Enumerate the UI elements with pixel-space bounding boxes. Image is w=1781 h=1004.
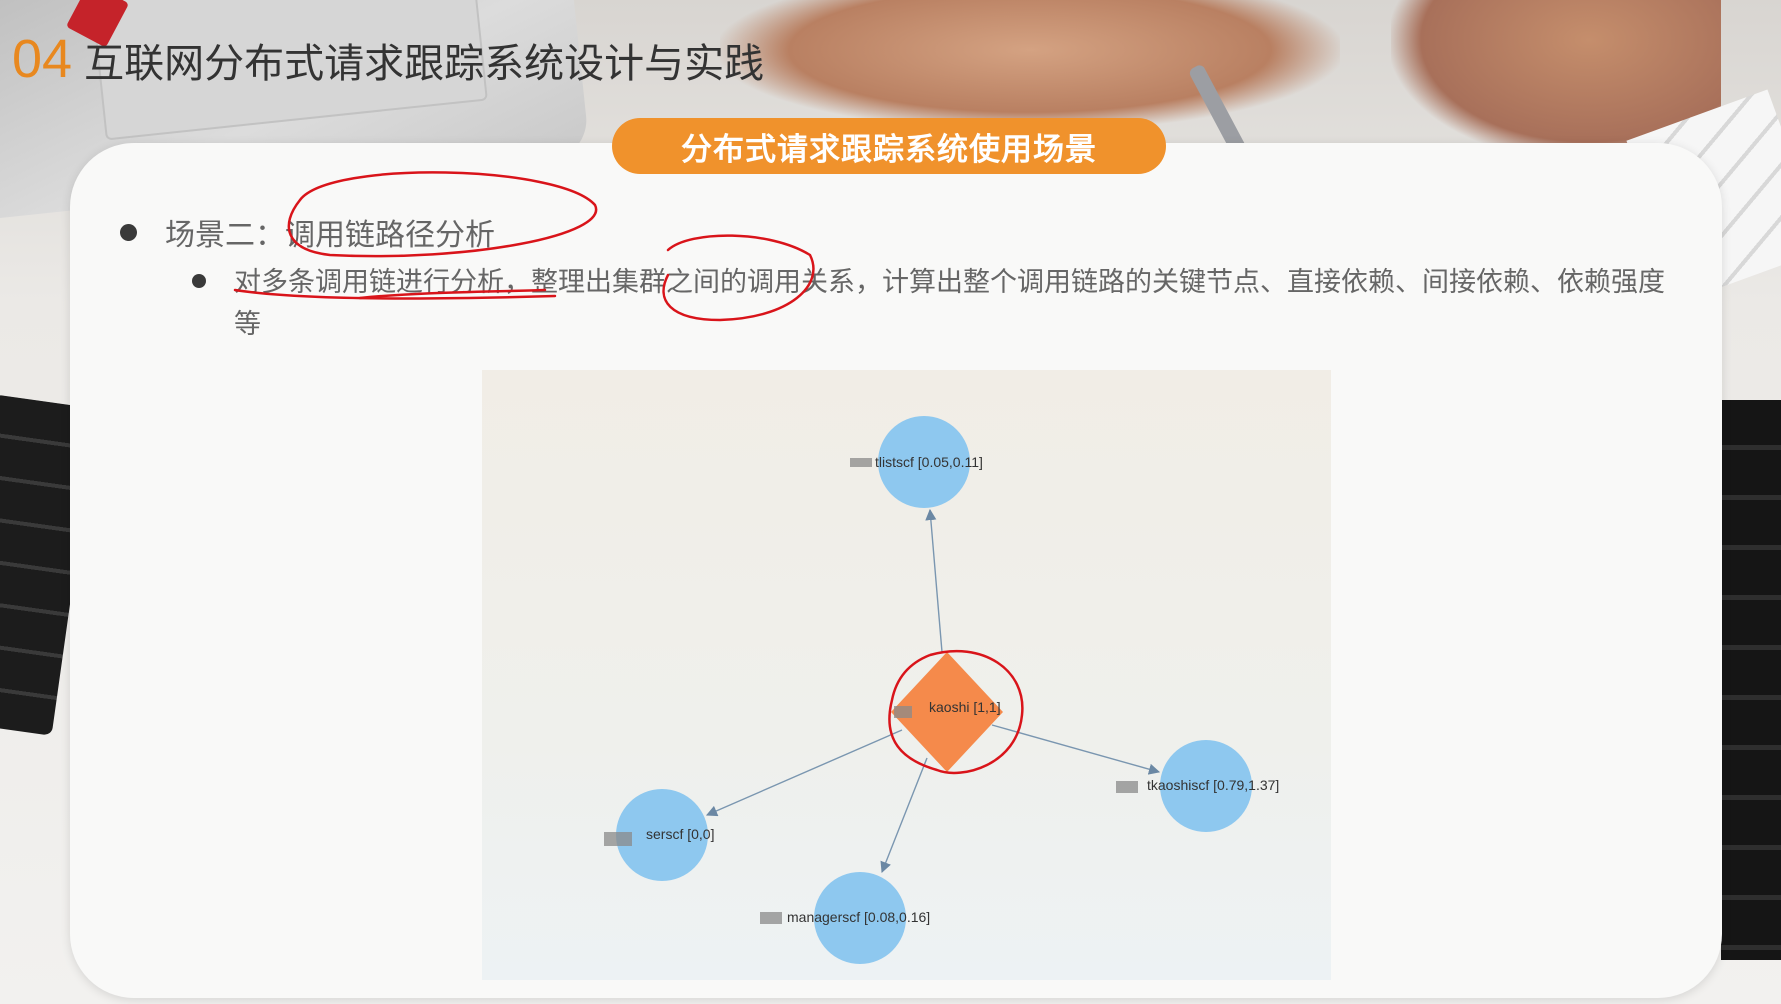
bullet-dot-small-icon <box>192 274 206 288</box>
node-label-tkaoshiscf: tkaoshiscf [0.79,1.37] <box>1147 777 1279 793</box>
node-label-serscf: serscf [0,0] <box>646 826 714 842</box>
bullet-level1-text: 场景二：调用链路径分析 <box>165 218 495 253</box>
section-number: 04 <box>12 29 73 89</box>
section-pill-title: 分布式请求跟踪系统使用场景 <box>612 118 1166 174</box>
call-graph-diagram: tlistscf [0.05,0.11] tkaoshiscf [0.79,1.… <box>482 370 1331 980</box>
slide-title: 互联网分布式请求跟踪系统设计与实践 <box>84 41 765 87</box>
keyboard-right-image <box>1721 400 1781 960</box>
edge-to-tlistscf <box>925 508 943 653</box>
slide-header: 04 互联网分布式请求跟踪系统设计与实践 <box>12 28 764 90</box>
arm-image <box>720 0 1340 130</box>
bullet-level1: 场景二：调用链路径分析 <box>120 210 495 254</box>
blurred-prefix <box>760 912 782 924</box>
node-label-managerscf: managerscf [0.08,0.16] <box>787 909 930 925</box>
blurred-prefix <box>894 706 912 718</box>
node-label-kaoshi: kaoshi [1,1] <box>929 699 1001 715</box>
blurred-prefix <box>1116 781 1138 793</box>
node-label-tlistscf: tlistscf [0.05,0.11] <box>875 454 983 470</box>
edge-to-serscf <box>705 729 903 817</box>
bullet-dot-icon <box>120 223 137 241</box>
edge-to-managerscf <box>880 757 928 874</box>
bullet-level2: 对多条调用链进行分析，整理出集群之间的调用关系，计算出整个调用链路的关键节点、直… <box>192 262 1682 346</box>
bullet-level2-text: 对多条调用链进行分析，整理出集群之间的调用关系，计算出整个调用链路的关键节点、直… <box>234 267 1665 340</box>
blurred-prefix <box>604 832 632 846</box>
blurred-prefix <box>850 458 872 467</box>
